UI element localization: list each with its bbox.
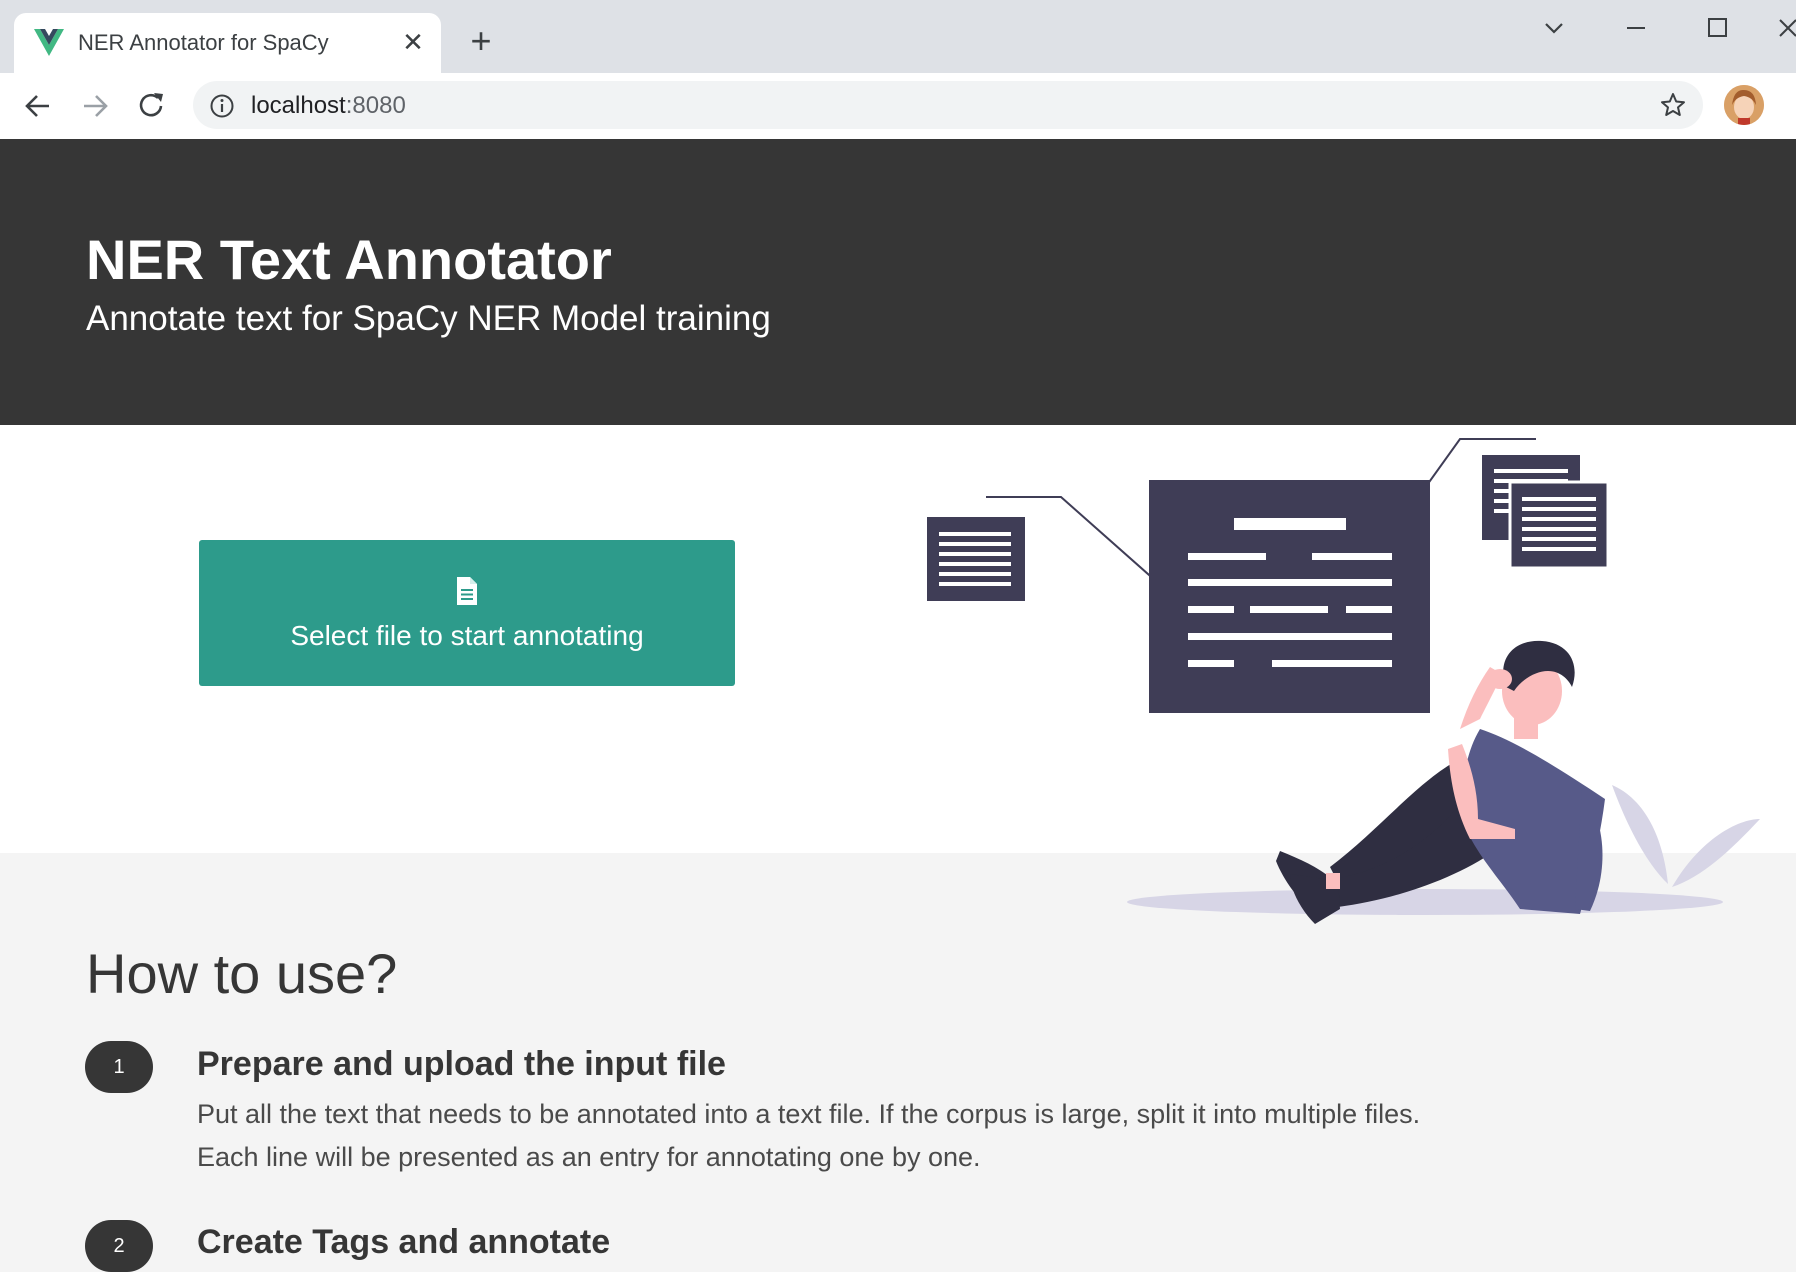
maximize-icon[interactable] xyxy=(1699,10,1735,46)
browser-tab-strip: NER Annotator for SpaCy ✕ + xyxy=(0,0,1796,73)
info-icon[interactable] xyxy=(209,93,235,119)
star-icon[interactable] xyxy=(1659,91,1687,119)
reload-icon[interactable] xyxy=(132,86,172,126)
hero-title: NER Text Annotator xyxy=(86,228,612,291)
profile-avatar[interactable] xyxy=(1724,85,1764,125)
step-number-badge: 2 xyxy=(85,1220,153,1272)
hero-banner: NER Text Annotator Annotate text for Spa… xyxy=(0,139,1796,425)
select-file-button[interactable]: Select file to start annotating xyxy=(199,540,735,686)
step-description-line: Put all the text that needs to be annota… xyxy=(197,1099,1421,1129)
url-text: localhost:8080 xyxy=(251,92,406,120)
vue-favicon-icon xyxy=(34,29,64,56)
step-title: Create Tags and annotate xyxy=(197,1223,611,1261)
file-icon xyxy=(457,577,477,605)
forward-arrow-icon[interactable] xyxy=(75,86,115,126)
upload-section: Select file to start annotating xyxy=(0,425,1796,853)
how-to-use-section: How to use? 1 Prepare and upload the inp… xyxy=(0,853,1796,1272)
back-arrow-icon[interactable] xyxy=(18,86,58,126)
address-bar[interactable]: localhost:8080 xyxy=(193,81,1703,129)
url-host: localhost xyxy=(251,92,346,119)
chevron-down-icon[interactable] xyxy=(1536,10,1572,46)
close-window-icon[interactable] xyxy=(1770,10,1796,46)
hero-subtitle: Annotate text for SpaCy NER Model traini… xyxy=(86,299,771,338)
new-tab-button[interactable]: + xyxy=(464,23,498,59)
browser-toolbar: localhost:8080 xyxy=(0,73,1796,140)
step-description-line: Each line will be presented as an entry … xyxy=(197,1142,981,1172)
url-port: :8080 xyxy=(345,92,406,119)
step-number-badge: 1 xyxy=(85,1041,153,1093)
page-content: NER Text Annotator Annotate text for Spa… xyxy=(0,139,1796,1272)
browser-tab-active[interactable]: NER Annotator for SpaCy ✕ xyxy=(14,13,441,73)
step-title: Prepare and upload the input file xyxy=(197,1045,726,1083)
select-file-button-label: Select file to start annotating xyxy=(290,620,644,651)
minimize-icon[interactable] xyxy=(1618,10,1654,46)
avatar-image xyxy=(1724,85,1764,125)
tab-title: NER Annotator for SpaCy xyxy=(78,30,329,55)
close-tab-icon[interactable]: ✕ xyxy=(398,27,428,57)
how-to-title: How to use? xyxy=(86,942,398,1005)
